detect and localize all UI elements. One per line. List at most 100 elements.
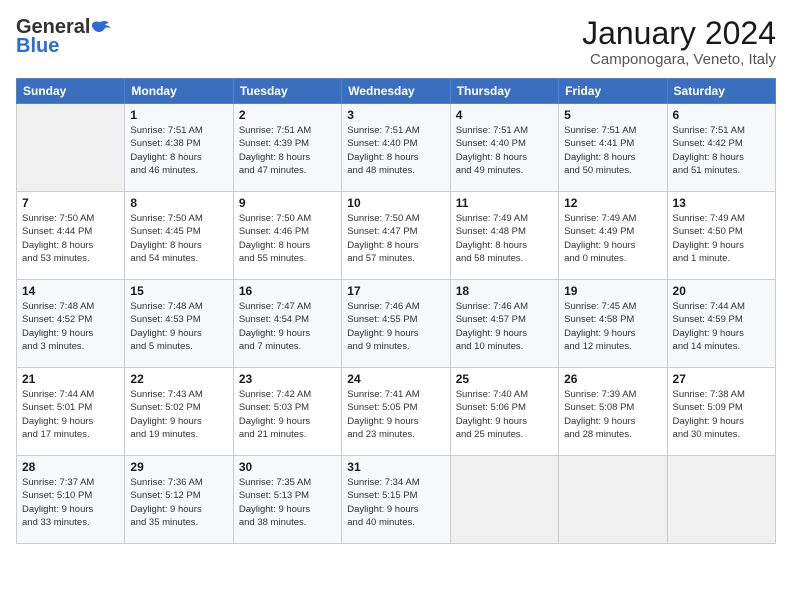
table-row: 27 Sunrise: 7:38 AM Sunset: 5:09 PM Dayli…: [667, 368, 775, 456]
table-row: 31Sunrise: 7:34 AM Sunset: 5:15 PM Dayli…: [342, 456, 450, 544]
table-row: 29Sunrise: 7:36 AM Sunset: 5:12 PM Dayli…: [125, 456, 233, 544]
calendar-table: Sunday Monday Tuesday Wednesday Thursday…: [16, 78, 776, 544]
table-row: 5 Sunrise: 7:51 AM Sunset: 4:41 PM Daylig…: [559, 104, 667, 192]
calendar-week-row: 7Sunrise: 7:50 AM Sunset: 4:44 PM Daylig…: [17, 192, 776, 280]
day-number: 8: [130, 196, 227, 210]
table-row: 3 Sunrise: 7:51 AM Sunset: 4:40 PM Daylig…: [342, 104, 450, 192]
day-number: 5: [564, 108, 661, 122]
day-info: Sunrise: 7:41 AM Sunset: 5:05 PM Dayligh…: [347, 388, 444, 441]
day-info: Sunrise: 7:38 AM Sunset: 5:09 PM Dayligh…: [673, 388, 770, 441]
table-row: 4 Sunrise: 7:51 AM Sunset: 4:40 PM Daylig…: [450, 104, 558, 192]
calendar-week-row: 21Sunrise: 7:44 AM Sunset: 5:01 PM Dayli…: [17, 368, 776, 456]
table-row: 19 Sunrise: 7:45 AM Sunset: 4:58 PM Dayli…: [559, 280, 667, 368]
day-info: Sunrise: 7:45 AM Sunset: 4:58 PM Dayligh…: [564, 300, 661, 353]
day-info: Sunrise: 7:51 AM Sunset: 4:41 PM Dayligh…: [564, 124, 661, 177]
day-number: 16: [239, 284, 336, 298]
day-number: 18: [456, 284, 553, 298]
table-row: 13 Sunrise: 7:49 AM Sunset: 4:50 PM Dayli…: [667, 192, 775, 280]
day-info: Sunrise: 7:49 AM Sunset: 4:50 PM Dayligh…: [673, 212, 770, 265]
logo-bird-icon: [91, 20, 111, 36]
page-container: General Blue January 2024 Camponogara, V…: [0, 0, 792, 612]
table-row: [17, 104, 125, 192]
month-title: January 2024: [582, 16, 776, 51]
col-sunday: Sunday: [17, 79, 125, 104]
day-number: 3: [347, 108, 444, 122]
table-row: 28 Sunrise: 7:37 AM Sunset: 5:10 PM Dayli…: [17, 456, 125, 544]
day-info: Sunrise: 7:50 AM Sunset: 4:45 PM Dayligh…: [130, 212, 227, 265]
day-number: 2: [239, 108, 336, 122]
table-row: 25Sunrise: 7:40 AM Sunset: 5:06 PM Dayli…: [450, 368, 558, 456]
day-number: 1: [130, 108, 227, 122]
day-info: Sunrise: 7:50 AM Sunset: 4:47 PM Dayligh…: [347, 212, 444, 265]
day-number: 31: [347, 460, 444, 474]
logo-blue: Blue: [16, 35, 59, 58]
day-info: Sunrise: 7:48 AM Sunset: 4:52 PM Dayligh…: [22, 300, 119, 353]
day-number: 11: [456, 196, 553, 210]
table-row: 7Sunrise: 7:50 AM Sunset: 4:44 PM Daylig…: [17, 192, 125, 280]
table-row: [667, 456, 775, 544]
day-number: 14: [22, 284, 119, 298]
table-row: 16 Sunrise: 7:47 AM Sunset: 4:54 PM Dayli…: [233, 280, 341, 368]
calendar-week-row: 28 Sunrise: 7:37 AM Sunset: 5:10 PM Dayli…: [17, 456, 776, 544]
table-row: 21Sunrise: 7:44 AM Sunset: 5:01 PM Dayli…: [17, 368, 125, 456]
day-number: 23: [239, 372, 336, 386]
table-row: [450, 456, 558, 544]
day-info: Sunrise: 7:42 AM Sunset: 5:03 PM Dayligh…: [239, 388, 336, 441]
day-info: Sunrise: 7:37 AM Sunset: 5:10 PM Dayligh…: [22, 476, 119, 529]
page-header: General Blue January 2024 Camponogara, V…: [16, 16, 776, 68]
day-number: 20: [673, 284, 770, 298]
col-wednesday: Wednesday: [342, 79, 450, 104]
day-number: 4: [456, 108, 553, 122]
table-row: 20 Sunrise: 7:44 AM Sunset: 4:59 PM Dayli…: [667, 280, 775, 368]
day-info: Sunrise: 7:50 AM Sunset: 4:46 PM Dayligh…: [239, 212, 336, 265]
table-row: 24 Sunrise: 7:41 AM Sunset: 5:05 PM Dayli…: [342, 368, 450, 456]
col-saturday: Saturday: [667, 79, 775, 104]
table-row: 9 Sunrise: 7:50 AM Sunset: 4:46 PM Daylig…: [233, 192, 341, 280]
day-info: Sunrise: 7:49 AM Sunset: 4:48 PM Dayligh…: [456, 212, 553, 265]
table-row: 26Sunrise: 7:39 AM Sunset: 5:08 PM Dayli…: [559, 368, 667, 456]
day-number: 10: [347, 196, 444, 210]
day-number: 27: [673, 372, 770, 386]
day-info: Sunrise: 7:49 AM Sunset: 4:49 PM Dayligh…: [564, 212, 661, 265]
day-number: 7: [22, 196, 119, 210]
table-row: [559, 456, 667, 544]
day-info: Sunrise: 7:48 AM Sunset: 4:53 PM Dayligh…: [130, 300, 227, 353]
col-monday: Monday: [125, 79, 233, 104]
day-info: Sunrise: 7:47 AM Sunset: 4:54 PM Dayligh…: [239, 300, 336, 353]
day-number: 29: [130, 460, 227, 474]
day-number: 28: [22, 460, 119, 474]
calendar-week-row: 1 Sunrise: 7:51 AM Sunset: 4:38 PM Daylig…: [17, 104, 776, 192]
title-block: January 2024 Camponogara, Veneto, Italy: [582, 16, 776, 68]
table-row: 8 Sunrise: 7:50 AM Sunset: 4:45 PM Daylig…: [125, 192, 233, 280]
logo: General Blue: [16, 16, 112, 58]
day-number: 17: [347, 284, 444, 298]
day-info: Sunrise: 7:39 AM Sunset: 5:08 PM Dayligh…: [564, 388, 661, 441]
location-subtitle: Camponogara, Veneto, Italy: [582, 51, 776, 68]
day-number: 13: [673, 196, 770, 210]
day-info: Sunrise: 7:51 AM Sunset: 4:40 PM Dayligh…: [456, 124, 553, 177]
day-info: Sunrise: 7:46 AM Sunset: 4:55 PM Dayligh…: [347, 300, 444, 353]
table-row: 18 Sunrise: 7:46 AM Sunset: 4:57 PM Dayli…: [450, 280, 558, 368]
day-info: Sunrise: 7:44 AM Sunset: 5:01 PM Dayligh…: [22, 388, 119, 441]
day-info: Sunrise: 7:46 AM Sunset: 4:57 PM Dayligh…: [456, 300, 553, 353]
day-number: 25: [456, 372, 553, 386]
table-row: 2 Sunrise: 7:51 AM Sunset: 4:39 PM Daylig…: [233, 104, 341, 192]
day-info: Sunrise: 7:44 AM Sunset: 4:59 PM Dayligh…: [673, 300, 770, 353]
day-number: 12: [564, 196, 661, 210]
day-number: 19: [564, 284, 661, 298]
day-info: Sunrise: 7:51 AM Sunset: 4:38 PM Dayligh…: [130, 124, 227, 177]
table-row: 14 Sunrise: 7:48 AM Sunset: 4:52 PM Dayli…: [17, 280, 125, 368]
day-number: 24: [347, 372, 444, 386]
day-info: Sunrise: 7:43 AM Sunset: 5:02 PM Dayligh…: [130, 388, 227, 441]
col-friday: Friday: [559, 79, 667, 104]
day-number: 6: [673, 108, 770, 122]
day-info: Sunrise: 7:51 AM Sunset: 4:42 PM Dayligh…: [673, 124, 770, 177]
table-row: 11 Sunrise: 7:49 AM Sunset: 4:48 PM Dayli…: [450, 192, 558, 280]
col-thursday: Thursday: [450, 79, 558, 104]
day-number: 9: [239, 196, 336, 210]
day-info: Sunrise: 7:51 AM Sunset: 4:40 PM Dayligh…: [347, 124, 444, 177]
table-row: 17 Sunrise: 7:46 AM Sunset: 4:55 PM Dayli…: [342, 280, 450, 368]
day-info: Sunrise: 7:51 AM Sunset: 4:39 PM Dayligh…: [239, 124, 336, 177]
table-row: 22Sunrise: 7:43 AM Sunset: 5:02 PM Dayli…: [125, 368, 233, 456]
day-number: 15: [130, 284, 227, 298]
